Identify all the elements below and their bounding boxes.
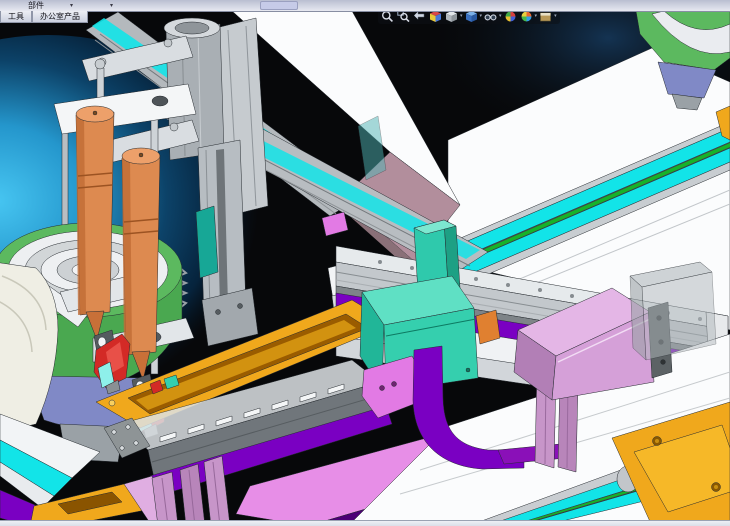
dropdown-caret[interactable]: ▾ (460, 13, 463, 19)
teal-plate (196, 206, 218, 278)
commandmanager-tabs: 工具 办公室产品 (0, 11, 88, 23)
assembly-command-label[interactable]: 部件 (28, 0, 44, 11)
tab-tools[interactable]: 工具 (0, 11, 32, 23)
status-bar (0, 520, 730, 526)
solidworks-window: 部件 ▾ ▾ 工具 办公室产品 ▾ ▾ ▾ (0, 0, 730, 526)
top-toolbar: 部件 ▾ ▾ (0, 0, 730, 12)
orange-connector (476, 310, 500, 344)
dropdown-caret[interactable]: ▾ (535, 13, 538, 19)
3d-viewport[interactable] (0, 0, 730, 526)
dropdown-caret[interactable]: ▾ (554, 13, 557, 19)
dropdown-caret[interactable]: ▾ (480, 13, 483, 19)
dropdown-caret[interactable]: ▾ (499, 13, 502, 19)
dropdown-caret[interactable]: ▾ (70, 1, 73, 11)
toolbar-highlight-button[interactable] (260, 1, 298, 10)
dropdown-caret[interactable]: ▾ (110, 1, 113, 11)
tab-office-products[interactable]: 办公室产品 (32, 11, 88, 23)
